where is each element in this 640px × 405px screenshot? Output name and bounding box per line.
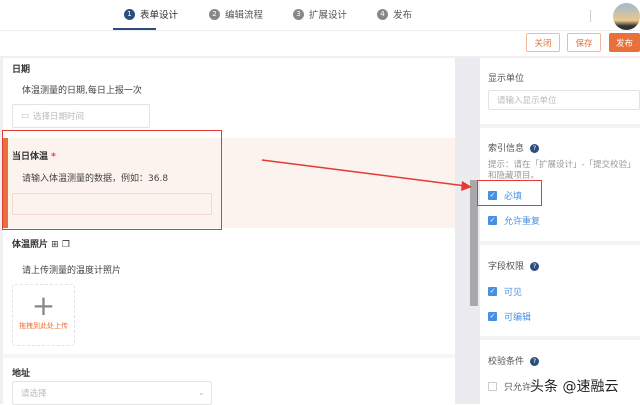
watermark: 头条 @速融云 <box>530 379 619 395</box>
annotation-arrow <box>261 159 472 191</box>
